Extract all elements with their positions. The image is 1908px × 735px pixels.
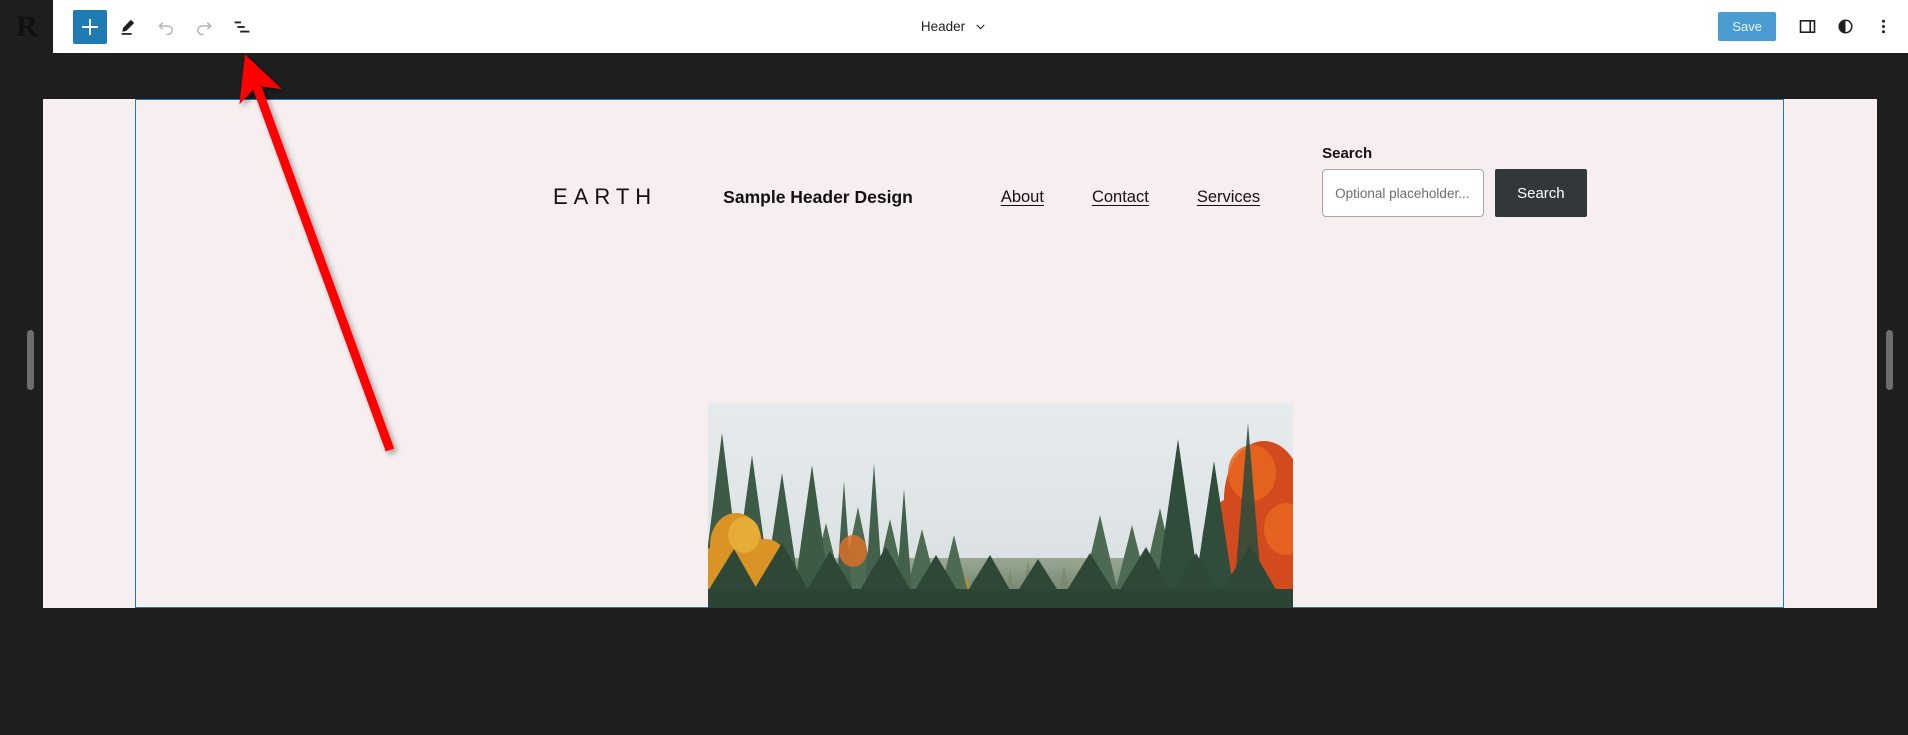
toolbar-left-group xyxy=(53,9,259,44)
vertical-scrollbar-thumb-left[interactable] xyxy=(27,330,34,390)
site-tagline[interactable]: Sample Header Design xyxy=(723,187,913,208)
search-input[interactable] xyxy=(1322,169,1485,217)
primary-navigation: About Contact Services xyxy=(1001,188,1260,207)
document-title-label: Header xyxy=(920,19,966,34)
more-options-vertical-icon xyxy=(1881,19,1885,34)
more-options-button[interactable] xyxy=(1866,10,1900,44)
add-block-button[interactable] xyxy=(73,9,107,44)
styles-button[interactable] xyxy=(1828,10,1862,44)
search-block: Search Search xyxy=(1322,145,1587,217)
header-cover-image[interactable] xyxy=(708,403,1293,608)
redo-button[interactable] xyxy=(187,10,221,44)
vertical-scrollbar-thumb-right[interactable] xyxy=(1886,330,1893,390)
forest-photo xyxy=(708,403,1293,608)
plus-icon xyxy=(82,18,98,35)
edit-pencil-icon xyxy=(121,19,135,35)
edit-tool-button[interactable] xyxy=(111,10,145,44)
redo-icon xyxy=(197,21,212,35)
sidebar-panel-icon xyxy=(1799,20,1815,33)
nav-link-contact[interactable]: Contact xyxy=(1092,188,1149,207)
site-brand-title[interactable]: EARTH xyxy=(553,184,657,210)
contrast-styles-icon xyxy=(1837,19,1853,34)
toolbar-center-group: Header xyxy=(0,0,1908,53)
editor-canvas[interactable]: EARTH Sample Header Design About Contact… xyxy=(43,99,1877,608)
undo-button[interactable] xyxy=(149,10,183,44)
undo-icon xyxy=(158,21,173,35)
settings-sidebar-button[interactable] xyxy=(1790,10,1824,44)
chevron-down-icon xyxy=(976,24,985,30)
search-row: Search xyxy=(1322,169,1587,217)
right-scrollbar-track[interactable] xyxy=(1886,110,1896,590)
site-header-region: EARTH Sample Header Design About Contact… xyxy=(135,99,1784,217)
site-header-inner: EARTH Sample Header Design About Contact… xyxy=(135,145,1784,217)
save-button[interactable]: Save xyxy=(1718,12,1776,41)
list-view-button[interactable] xyxy=(225,10,259,44)
logo-letter: R xyxy=(16,9,38,43)
site-logo-button[interactable]: R xyxy=(0,0,53,53)
document-title-dropdown[interactable]: Header xyxy=(913,14,995,39)
left-scrollbar-track[interactable] xyxy=(27,110,37,590)
editor-window: R Header Save EARTH Sample Header Design… xyxy=(0,0,1908,735)
nav-link-services[interactable]: Services xyxy=(1197,188,1260,207)
search-submit-button[interactable]: Search xyxy=(1495,169,1587,217)
editor-toolbar: R Header Save xyxy=(0,0,1908,53)
toolbar-right-group: Save xyxy=(1718,0,1900,53)
search-label: Search xyxy=(1322,145,1373,162)
selected-header-block[interactable]: EARTH Sample Header Design About Contact… xyxy=(135,99,1784,608)
list-view-icon xyxy=(234,21,250,32)
nav-link-about[interactable]: About xyxy=(1001,188,1044,207)
